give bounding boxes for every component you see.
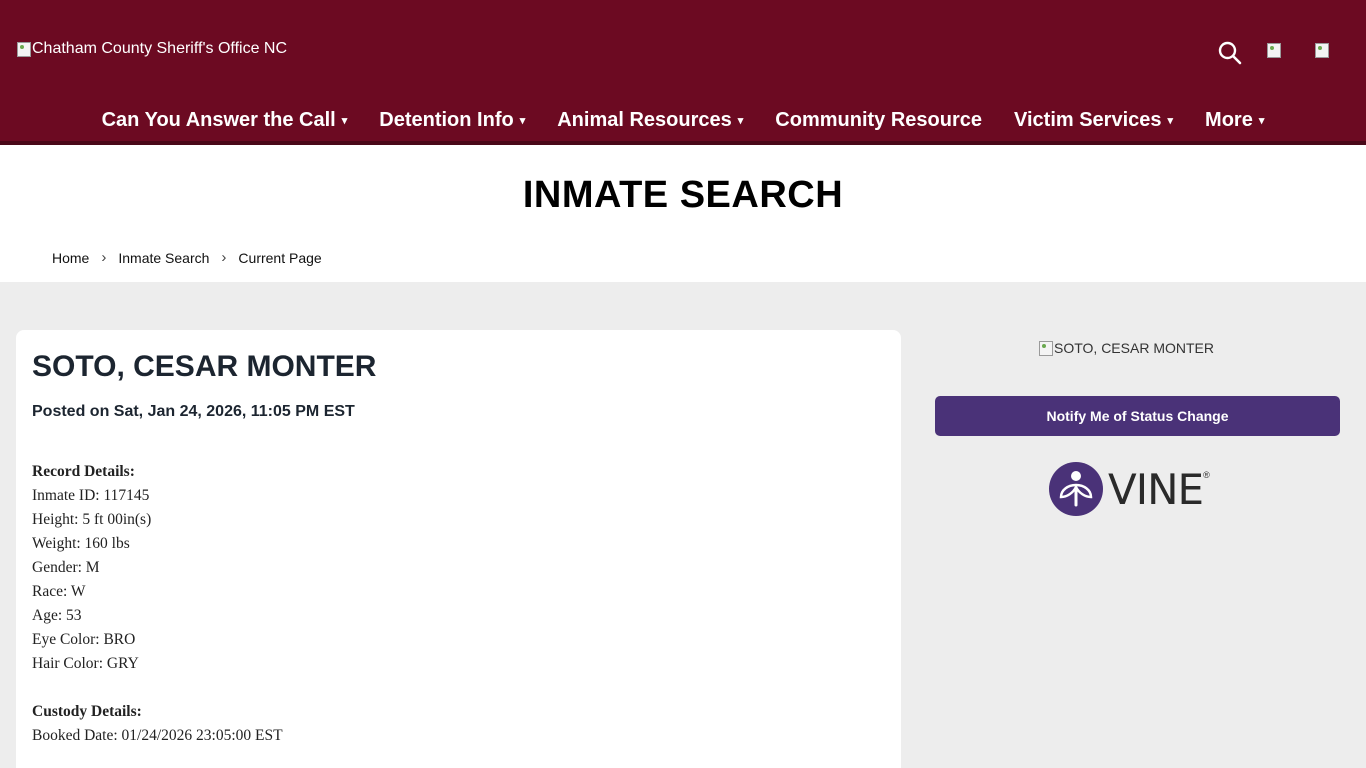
breadcrumb: Home › Inmate Search › Current Page (52, 249, 322, 266)
search-button[interactable] (1217, 40, 1243, 66)
main-nav: Can You Answer the Call ▾ Detention Info… (0, 100, 1366, 140)
logo-alt-text: Chatham County Sheriff's Office NC (32, 40, 288, 57)
detail-race: Race: W (32, 583, 86, 600)
detail-hair-color: Hair Color: GRY (32, 655, 139, 672)
nav-item-label: Detention Info (379, 108, 514, 131)
detail-eye-color: Eye Color: BRO (32, 631, 136, 648)
nav-item-animal-resources[interactable]: Animal Resources ▾ (541, 109, 759, 132)
caret-down-icon: ▾ (1167, 114, 1174, 127)
social-icon (1266, 42, 1282, 58)
vine-emblem-icon (1049, 462, 1103, 516)
vine-logo[interactable]: VINE ® (1048, 460, 1238, 518)
caret-down-icon: ▾ (737, 114, 744, 127)
posted-date: Posted on Sat, Jan 24, 2026, 11:05 PM ES… (32, 403, 355, 420)
vine-registered-mark: ® (1203, 470, 1210, 480)
inmate-photo: SOTO, CESAR MONTER (1038, 338, 1214, 358)
caret-down-icon: ▾ (519, 114, 526, 127)
nav-item-label: Victim Services (1014, 108, 1162, 131)
nav-item-can-you-answer-the-call[interactable]: Can You Answer the Call ▾ (86, 109, 364, 132)
caret-down-icon: ▾ (1258, 114, 1265, 127)
record-details-heading: Record Details: (32, 463, 135, 480)
notify-status-change-button[interactable]: Notify Me of Status Change (935, 396, 1340, 436)
breadcrumb-home[interactable]: Home (52, 250, 89, 266)
nav-item-label: Animal Resources (557, 108, 732, 131)
vine-wordmark: VINE (1108, 464, 1204, 514)
record-details: Record Details: Inmate ID: 117145 Height… (32, 460, 283, 748)
breadcrumb-inmate-search[interactable]: Inmate Search (118, 250, 209, 266)
breadcrumb-separator: › (221, 249, 227, 266)
site-logo[interactable]: Chatham County Sheriff's Office NC (16, 39, 287, 59)
detail-age: Age: 53 (32, 607, 82, 624)
breadcrumb-separator: › (101, 249, 107, 266)
social-link-1[interactable] (1266, 42, 1288, 62)
nav-item-detention-info[interactable]: Detention Info ▾ (363, 109, 541, 132)
detail-height: Height: 5 ft 00in(s) (32, 511, 152, 528)
caret-down-icon: ▾ (341, 114, 348, 127)
detail-gender: Gender: M (32, 559, 100, 576)
detail-booked-date: Booked Date: 01/24/2026 23:05:00 EST (32, 727, 283, 744)
inmate-name: SOTO, CESAR MONTER (32, 350, 377, 383)
custody-details-heading: Custody Details: (32, 703, 142, 720)
nav-item-more[interactable]: More ▾ (1189, 109, 1280, 132)
search-icon (1218, 41, 1242, 65)
nav-item-label: More (1205, 108, 1253, 131)
social-icon (1314, 42, 1330, 58)
social-link-2[interactable] (1314, 42, 1336, 62)
nav-item-label: Community Resource (775, 108, 982, 131)
detail-weight: Weight: 160 lbs (32, 535, 130, 552)
broken-image-icon (1038, 340, 1054, 356)
inmate-photo-alt: SOTO, CESAR MONTER (1054, 340, 1214, 356)
nav-item-label: Can You Answer the Call (101, 108, 336, 131)
nav-item-victim-services[interactable]: Victim Services ▾ (998, 109, 1189, 132)
broken-image-icon (16, 41, 32, 57)
nav-item-community-resource[interactable]: Community Resource (759, 109, 998, 132)
page-title: INMATE SEARCH (522, 174, 844, 216)
detail-inmate-id: Inmate ID: 117145 (32, 487, 150, 504)
breadcrumb-current: Current Page (238, 249, 322, 266)
